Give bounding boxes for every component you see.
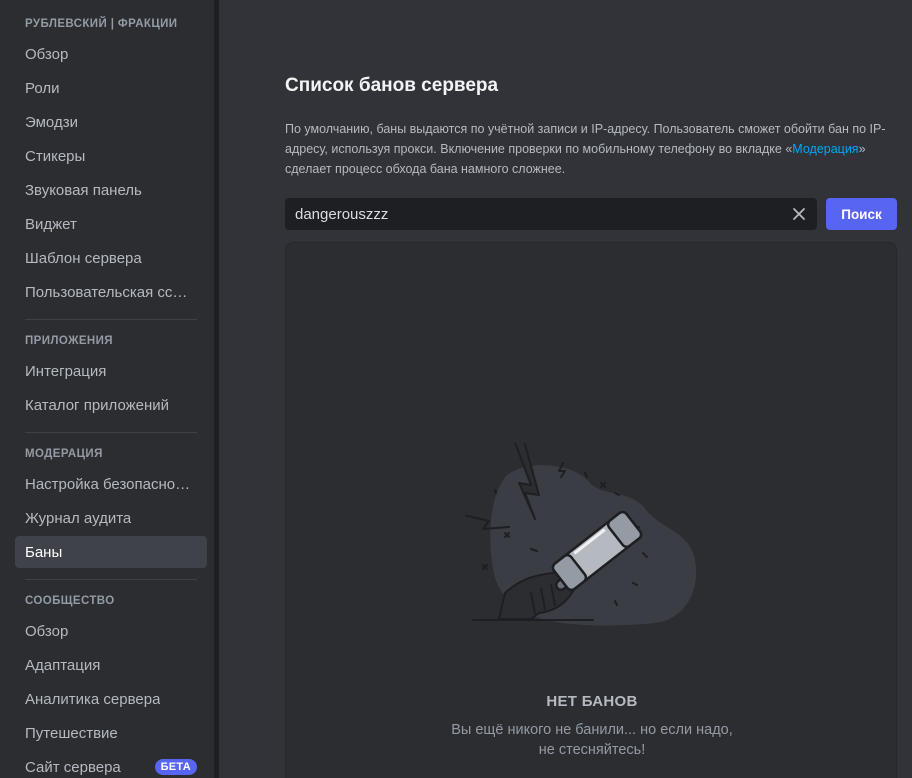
empty-state-text: Вы ещё никого не банили... но если надо,… bbox=[286, 720, 898, 760]
empty-state-line: Вы ещё никого не банили... но если надо, bbox=[451, 722, 733, 738]
moderation-link[interactable]: Модерация bbox=[792, 142, 858, 156]
main-content: Список банов сервера По умолчанию, баны … bbox=[219, 0, 912, 778]
sidebar-item-server-template[interactable]: Шаблон сервера bbox=[15, 242, 207, 274]
sidebar-item-label: Сайт сервера bbox=[25, 758, 121, 776]
sidebar-divider bbox=[25, 319, 197, 320]
empty-state-line: не стесняйтесь! bbox=[538, 742, 646, 758]
sidebar-item-community-overview[interactable]: Обзор bbox=[15, 615, 207, 647]
ban-list-panel: НЕТ БАНОВ Вы ещё никого не банили... но … bbox=[285, 242, 897, 778]
sidebar-item-label: Шаблон сервера bbox=[25, 249, 142, 267]
sidebar-item-integrations[interactable]: Интеграция bbox=[15, 355, 207, 387]
sidebar-item-label: Эмодзи bbox=[25, 113, 78, 131]
sidebar-item-label: Роли bbox=[25, 79, 60, 97]
ban-hammer-illustration bbox=[465, 443, 697, 626]
sidebar-item-server-insights[interactable]: Аналитика сервера bbox=[15, 683, 207, 715]
sidebar-item-label: Баны bbox=[25, 543, 63, 561]
sidebar-divider bbox=[25, 432, 197, 433]
sidebar-item-label: Адаптация bbox=[25, 656, 101, 674]
search-button[interactable]: Поиск bbox=[826, 198, 897, 230]
beta-badge: БЕТА bbox=[154, 759, 197, 775]
sidebar-item-label: Пользовательская ссылка bbox=[25, 283, 193, 301]
sidebar-item-safety-setup[interactable]: Настройка безопасности bbox=[15, 468, 207, 500]
sidebar-item-label: Журнал аудита bbox=[25, 509, 132, 527]
sidebar-header-apps: ПРИЛОЖЕНИЯ bbox=[25, 335, 113, 347]
sidebar-item-label: Виджет bbox=[25, 215, 77, 233]
app-window: РУБЛЕВСКИЙ | ФРАКЦИИ Обзор Роли Эмодзи С… bbox=[0, 0, 912, 778]
sidebar-item-label: Звуковая панель bbox=[25, 181, 142, 199]
sidebar-item-vanity-url[interactable]: Пользовательская ссылка bbox=[15, 276, 207, 308]
sidebar-header-server: РУБЛЕВСКИЙ | ФРАКЦИИ bbox=[25, 18, 178, 30]
sidebar-item-discovery[interactable]: Путешествие bbox=[15, 717, 207, 749]
sidebar-item-onboarding[interactable]: Адаптация bbox=[15, 649, 207, 681]
settings-sidebar: РУБЛЕВСКИЙ | ФРАКЦИИ Обзор Роли Эмодзи С… bbox=[0, 0, 214, 778]
sidebar-item-label: Аналитика сервера bbox=[25, 690, 161, 708]
sidebar-item-label: Стикеры bbox=[25, 147, 86, 165]
sidebar-header-community: СООБЩЕСТВО bbox=[25, 595, 115, 607]
sidebar-divider bbox=[25, 579, 197, 580]
sidebar-item-roles[interactable]: Роли bbox=[15, 72, 207, 104]
sidebar-item-label: Обзор bbox=[25, 45, 69, 63]
sidebar-item-audit-log[interactable]: Журнал аудита bbox=[15, 502, 207, 534]
sidebar-item-bans[interactable]: Баны bbox=[15, 536, 207, 568]
page-description: По умолчанию, баны выдаются по учётной з… bbox=[285, 119, 890, 179]
sidebar-item-overview[interactable]: Обзор bbox=[15, 38, 207, 70]
sidebar-item-label: Обзор bbox=[25, 622, 69, 640]
sidebar-item-label: Настройка безопасности bbox=[25, 475, 193, 493]
page-title: Список банов сервера bbox=[285, 75, 499, 96]
sidebar-header-moderation: МОДЕРАЦИЯ bbox=[25, 448, 103, 460]
search-input[interactable] bbox=[285, 198, 780, 230]
sidebar-item-label: Каталог приложений bbox=[25, 396, 170, 414]
sidebar-item-label: Интеграция bbox=[25, 362, 107, 380]
search-box bbox=[285, 198, 817, 230]
sidebar-item-widget[interactable]: Виджет bbox=[15, 208, 207, 240]
sidebar-item-soundboard[interactable]: Звуковая панель bbox=[15, 174, 207, 206]
sidebar-item-server-website[interactable]: Сайт сервера БЕТА bbox=[15, 751, 207, 778]
close-icon[interactable] bbox=[791, 206, 807, 222]
sidebar-item-label: Путешествие bbox=[25, 724, 118, 742]
empty-state-title: НЕТ БАНОВ bbox=[546, 693, 638, 710]
sidebar-item-app-directory[interactable]: Каталог приложений bbox=[15, 389, 207, 421]
sidebar-item-stickers[interactable]: Стикеры bbox=[15, 140, 207, 172]
sidebar-item-emoji[interactable]: Эмодзи bbox=[15, 106, 207, 138]
